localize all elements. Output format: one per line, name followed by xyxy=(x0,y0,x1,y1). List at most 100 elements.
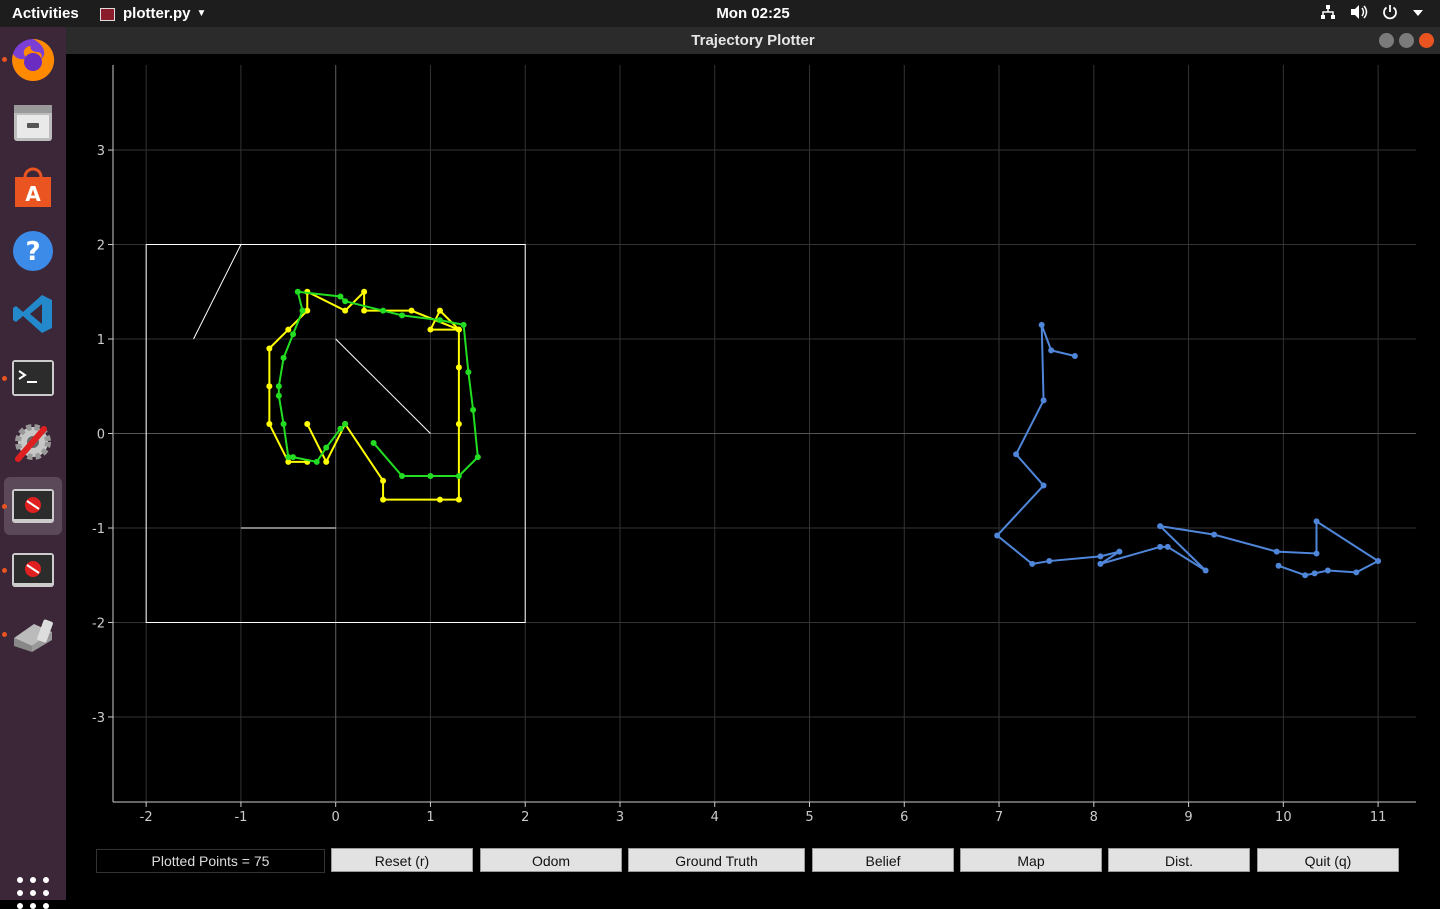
x-tick-label: -1 xyxy=(234,810,247,825)
green-trajectory-point xyxy=(380,307,387,314)
dock-plotter-2[interactable] xyxy=(4,541,62,599)
vscode-icon xyxy=(13,295,52,333)
yellow-trajectory-point xyxy=(342,307,349,314)
blue-trajectory-point xyxy=(1273,548,1280,555)
green-trajectory-point xyxy=(370,439,377,446)
blue-trajectory-point xyxy=(1157,523,1164,530)
yellow-trajectory-point xyxy=(361,307,368,314)
green-trajectory-point xyxy=(337,293,344,300)
blue-trajectory-line xyxy=(995,324,1381,577)
yellow-trajectory-point xyxy=(323,458,330,465)
x-tick-label: 7 xyxy=(995,810,1003,825)
ground-truth-button[interactable]: Ground Truth xyxy=(628,848,805,872)
dock-help[interactable]: ? xyxy=(4,222,62,280)
blue-trajectory-point xyxy=(1324,567,1331,574)
dock: A ? xyxy=(0,27,66,909)
terminal-icon xyxy=(12,360,54,396)
plot-area: -2 -1 0 1 2 3 4 5 6 7 8 9 10 11 -3 -2 -1 0 1 2 3 xyxy=(66,54,1440,900)
blue-trajectory-point xyxy=(1013,451,1020,458)
green-trajectory-point xyxy=(474,454,481,461)
yellow-trajectory-point xyxy=(436,307,443,314)
x-tick-label: 10 xyxy=(1275,810,1292,825)
yellow-trajectory-point xyxy=(304,421,311,428)
yellow-trajectory-point xyxy=(380,496,387,503)
dock-terminal[interactable] xyxy=(4,349,62,407)
plotter-window-icon xyxy=(12,489,54,523)
blue-trajectory-point xyxy=(1038,321,1045,328)
chevron-down-icon[interactable] xyxy=(1412,4,1424,20)
files-icon xyxy=(14,105,52,141)
blue-trajectory-point xyxy=(1375,558,1382,565)
blue-trajectory-point xyxy=(1157,543,1164,550)
software-center-icon: A xyxy=(15,167,51,207)
maximize-icon[interactable] xyxy=(1399,33,1414,48)
blue-trajectory-point xyxy=(1097,553,1104,560)
blue-trajectory-point xyxy=(1302,572,1309,579)
dock-vscode[interactable] xyxy=(4,285,62,343)
reset-button[interactable]: Reset (r) xyxy=(331,848,473,872)
x-tick-label: 9 xyxy=(1184,810,1192,825)
yellow-trajectory-point xyxy=(266,383,273,390)
yellow-trajectory-point xyxy=(455,496,462,503)
x-tick-label: 4 xyxy=(711,810,719,825)
map-button[interactable]: Map xyxy=(960,848,1102,872)
y-tick-label: -3 xyxy=(92,711,105,726)
blue-trajectory-point xyxy=(1040,397,1047,404)
green-trajectory-point xyxy=(290,454,297,461)
dock-plotter[interactable] xyxy=(4,477,62,535)
trajectory-chart[interactable]: -2 -1 0 1 2 3 4 5 6 7 8 9 10 11 -3 -2 -1 0 1 2 3 xyxy=(66,54,1440,900)
scanner-icon xyxy=(14,619,53,652)
yellow-trajectory-point xyxy=(408,307,415,314)
y-tick-label: -1 xyxy=(92,522,105,537)
odom-button[interactable]: Odom xyxy=(480,848,622,872)
power-icon[interactable] xyxy=(1382,4,1398,20)
yellow-trajectory-point xyxy=(361,288,368,295)
green-trajectory-point xyxy=(294,288,301,295)
dock-software[interactable]: A xyxy=(4,158,62,216)
green-trajectory-point xyxy=(342,421,349,428)
dist-button[interactable]: Dist. xyxy=(1108,848,1250,872)
close-icon[interactable] xyxy=(1419,33,1434,48)
system-tray[interactable] xyxy=(1320,4,1424,20)
x-tick-label: 2 xyxy=(521,810,529,825)
x-tick-label: 11 xyxy=(1370,810,1387,825)
green-trajectory-point xyxy=(337,425,344,432)
y-tick-label: 3 xyxy=(97,144,105,159)
blue-trajectory-point xyxy=(1164,543,1171,550)
quit-button[interactable]: Quit (q) xyxy=(1257,848,1399,872)
green-trajectory-point xyxy=(470,406,477,413)
green-trajectory-point xyxy=(427,473,434,480)
x-tick-label: 6 xyxy=(900,810,908,825)
plotted-points-status: Plotted Points = 75 xyxy=(96,849,325,873)
dock-system-tools[interactable] xyxy=(4,413,62,471)
green-trajectory-point xyxy=(313,458,320,465)
clock[interactable]: Mon 02:25 xyxy=(0,5,1440,22)
x-tick-label: 3 xyxy=(616,810,624,825)
green-trajectory-point xyxy=(290,331,297,338)
minimize-icon[interactable] xyxy=(1379,33,1394,48)
dock-files[interactable] xyxy=(4,94,62,152)
green-trajectory-point xyxy=(399,312,406,319)
dock-firefox[interactable] xyxy=(4,31,62,89)
yellow-trajectory-point xyxy=(455,421,462,428)
blue-trajectory-point xyxy=(1353,569,1360,576)
dock-scanner[interactable] xyxy=(4,605,62,663)
yellow-trajectory-point xyxy=(285,326,292,333)
volume-icon[interactable] xyxy=(1350,4,1368,20)
yellow-trajectory-point xyxy=(455,364,462,371)
map-wall xyxy=(193,244,242,340)
svg-text:?: ? xyxy=(25,237,40,267)
window-titlebar[interactable]: Trajectory Plotter xyxy=(66,27,1440,54)
y-tick-label: -2 xyxy=(92,616,105,631)
yellow-trajectory-point xyxy=(380,477,387,484)
y-tick-label: 2 xyxy=(97,239,105,254)
show-applications-icon[interactable] xyxy=(17,877,49,909)
blue-trajectory-point xyxy=(1097,560,1104,567)
blue-trajectory-point xyxy=(1116,548,1123,555)
blue-trajectory-point xyxy=(1313,518,1320,525)
green-trajectory-point xyxy=(323,444,330,451)
network-icon[interactable] xyxy=(1320,4,1336,20)
green-trajectory-point xyxy=(275,383,282,390)
belief-button[interactable]: Belief xyxy=(812,848,954,872)
yellow-trajectory-point xyxy=(266,421,273,428)
